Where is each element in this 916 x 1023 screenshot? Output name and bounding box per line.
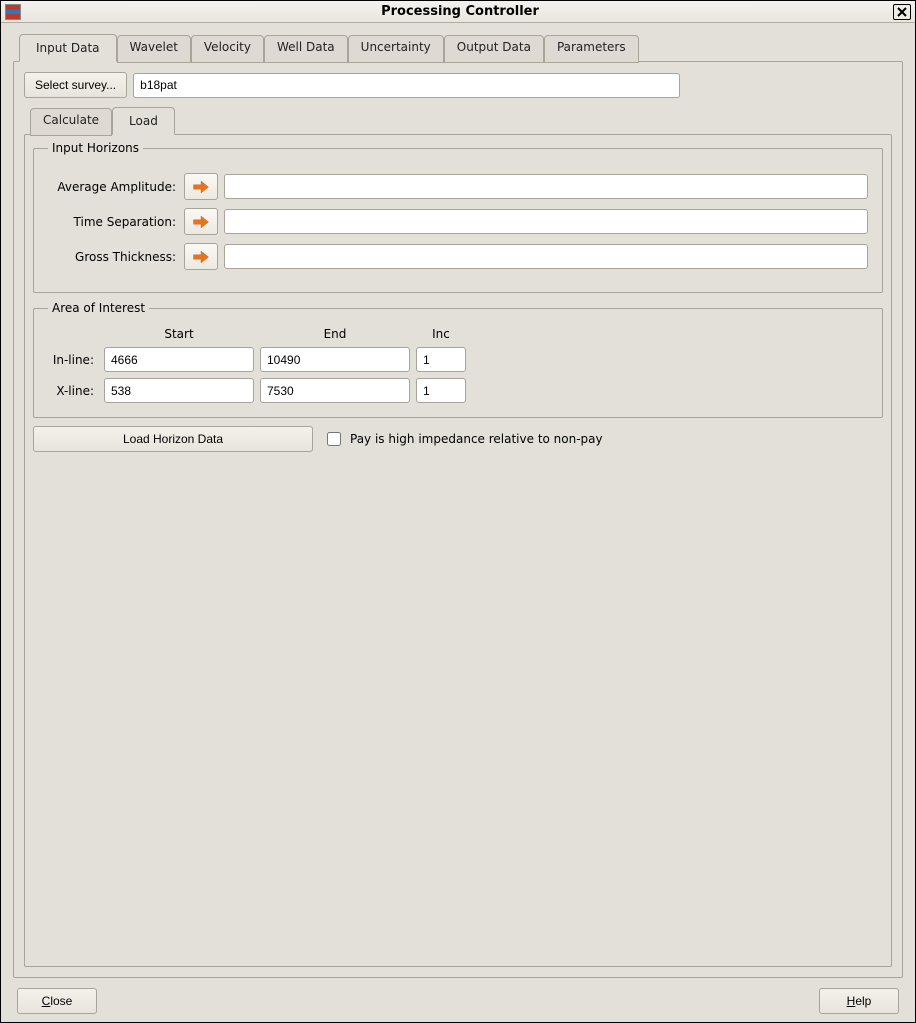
aoi-grid: Start End Inc In-line: X-line: (48, 327, 868, 403)
footer: Close Help (13, 988, 903, 1014)
sub-tabs: Calculate Load (24, 106, 892, 134)
pay-impedance-text: Pay is high impedance relative to non-pa… (350, 432, 603, 446)
help-button-rest: elp (855, 994, 871, 1008)
row-gross-thickness: Gross Thickness: (48, 243, 868, 270)
area-of-interest-legend: Area of Interest (48, 301, 149, 315)
arrow-right-icon (192, 214, 210, 230)
label-time-separation: Time Separation: (48, 215, 178, 229)
hdr-end: End (260, 327, 410, 341)
close-button-rest: lose (50, 994, 72, 1008)
gross-thickness-field[interactable] (224, 244, 868, 269)
close-button[interactable]: Close (17, 988, 97, 1014)
inline-end-field[interactable] (260, 347, 410, 372)
inline-inc-field[interactable] (416, 347, 466, 372)
pay-impedance-checkbox-label[interactable]: Pay is high impedance relative to non-pa… (323, 429, 603, 449)
load-horizon-data-button[interactable]: Load Horizon Data (33, 426, 313, 452)
survey-name-field[interactable] (133, 73, 680, 98)
label-inline: In-line: (48, 353, 98, 367)
subtab-load[interactable]: Load (112, 107, 175, 135)
pick-average-amplitude-button[interactable] (184, 173, 218, 200)
tab-parameters[interactable]: Parameters (544, 35, 639, 63)
row-average-amplitude: Average Amplitude: (48, 173, 868, 200)
pick-time-separation-button[interactable] (184, 208, 218, 235)
pick-gross-thickness-button[interactable] (184, 243, 218, 270)
close-icon (897, 7, 907, 17)
arrow-right-icon (192, 179, 210, 195)
tab-output-data[interactable]: Output Data (444, 35, 544, 63)
arrow-right-icon (192, 249, 210, 265)
xline-start-field[interactable] (104, 378, 254, 403)
app-icon (5, 4, 21, 20)
select-survey-button[interactable]: Select survey... (24, 72, 127, 98)
survey-row: Select survey... (24, 72, 892, 98)
label-average-amplitude: Average Amplitude: (48, 180, 178, 194)
pay-impedance-checkbox[interactable] (327, 432, 341, 446)
row-time-separation: Time Separation: (48, 208, 868, 235)
load-row: Load Horizon Data Pay is high impedance … (33, 426, 883, 452)
hdr-start: Start (104, 327, 254, 341)
titlebar: Processing Controller (1, 1, 915, 23)
tab-well-data[interactable]: Well Data (264, 35, 348, 63)
sub-panel: Input Horizons Average Amplitude: Time S… (24, 134, 892, 967)
tab-wavelet[interactable]: Wavelet (117, 35, 191, 63)
time-separation-field[interactable] (224, 209, 868, 234)
xline-inc-field[interactable] (416, 378, 466, 403)
window: Processing Controller Input Data Wavelet… (0, 0, 916, 1023)
tab-uncertainty[interactable]: Uncertainty (348, 35, 444, 63)
label-xline: X-line: (48, 384, 98, 398)
window-close-button[interactable] (893, 4, 911, 20)
average-amplitude-field[interactable] (224, 174, 868, 199)
input-horizons-legend: Input Horizons (48, 141, 143, 155)
tab-input-data[interactable]: Input Data (19, 34, 117, 62)
main-panel: Select survey... Calculate Load Input Ho… (13, 61, 903, 978)
help-button[interactable]: Help (819, 988, 899, 1014)
input-horizons-group: Input Horizons Average Amplitude: Time S… (33, 141, 883, 293)
hdr-inc: Inc (416, 327, 466, 341)
window-title: Processing Controller (27, 4, 893, 19)
content: Input Data Wavelet Velocity Well Data Un… (1, 23, 915, 1022)
subtab-calculate[interactable]: Calculate (30, 108, 112, 136)
inline-start-field[interactable] (104, 347, 254, 372)
label-gross-thickness: Gross Thickness: (48, 250, 178, 264)
main-tabs: Input Data Wavelet Velocity Well Data Un… (13, 33, 903, 61)
xline-end-field[interactable] (260, 378, 410, 403)
area-of-interest-group: Area of Interest Start End Inc In-line: … (33, 301, 883, 418)
tab-velocity[interactable]: Velocity (191, 35, 264, 63)
